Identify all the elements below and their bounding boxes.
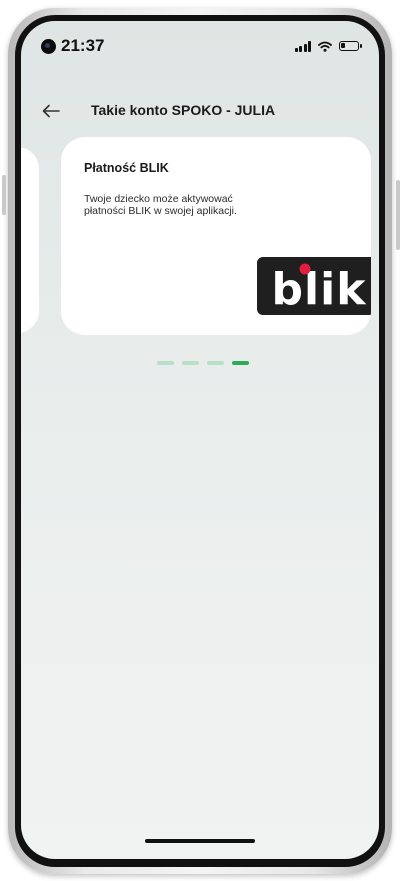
side-button <box>396 180 400 250</box>
pager-dot[interactable] <box>157 361 174 365</box>
page-title: Takie konto SPOKO - JULIA <box>91 102 276 118</box>
blik-logo: blik <box>257 257 371 315</box>
carousel[interactable]: Płatność BLIK Twoje dziecko może aktywow… <box>21 137 379 337</box>
status-icons <box>294 40 362 52</box>
front-camera-icon <box>41 39 56 54</box>
screen: 21:37 Takie konto SPOKO - JULIA Płatność… <box>21 21 379 859</box>
pager-dot[interactable] <box>182 361 199 365</box>
card-title: Płatność BLIK <box>84 161 169 175</box>
header: Takie konto SPOKO - JULIA <box>21 93 379 133</box>
arrow-left-icon <box>42 104 60 118</box>
back-button[interactable] <box>37 97 65 125</box>
card-description: Twoje dziecko może aktywować płatności B… <box>84 193 237 217</box>
previous-card[interactable] <box>21 147 39 333</box>
pager-dot-active[interactable] <box>232 361 249 365</box>
blik-logo-dot <box>299 263 311 275</box>
status-bar: 21:37 <box>21 21 379 67</box>
blik-payment-card[interactable]: Płatność BLIK Twoje dziecko może aktywow… <box>61 137 371 335</box>
status-time: 21:37 <box>61 36 105 55</box>
carousel-pager <box>157 361 249 365</box>
side-button <box>2 175 6 215</box>
blik-logo-text: blik <box>272 264 368 315</box>
signal-icon <box>294 40 311 52</box>
battery-icon <box>339 41 362 51</box>
home-indicator[interactable] <box>145 839 255 843</box>
wifi-icon <box>318 41 332 52</box>
pager-dot[interactable] <box>207 361 224 365</box>
